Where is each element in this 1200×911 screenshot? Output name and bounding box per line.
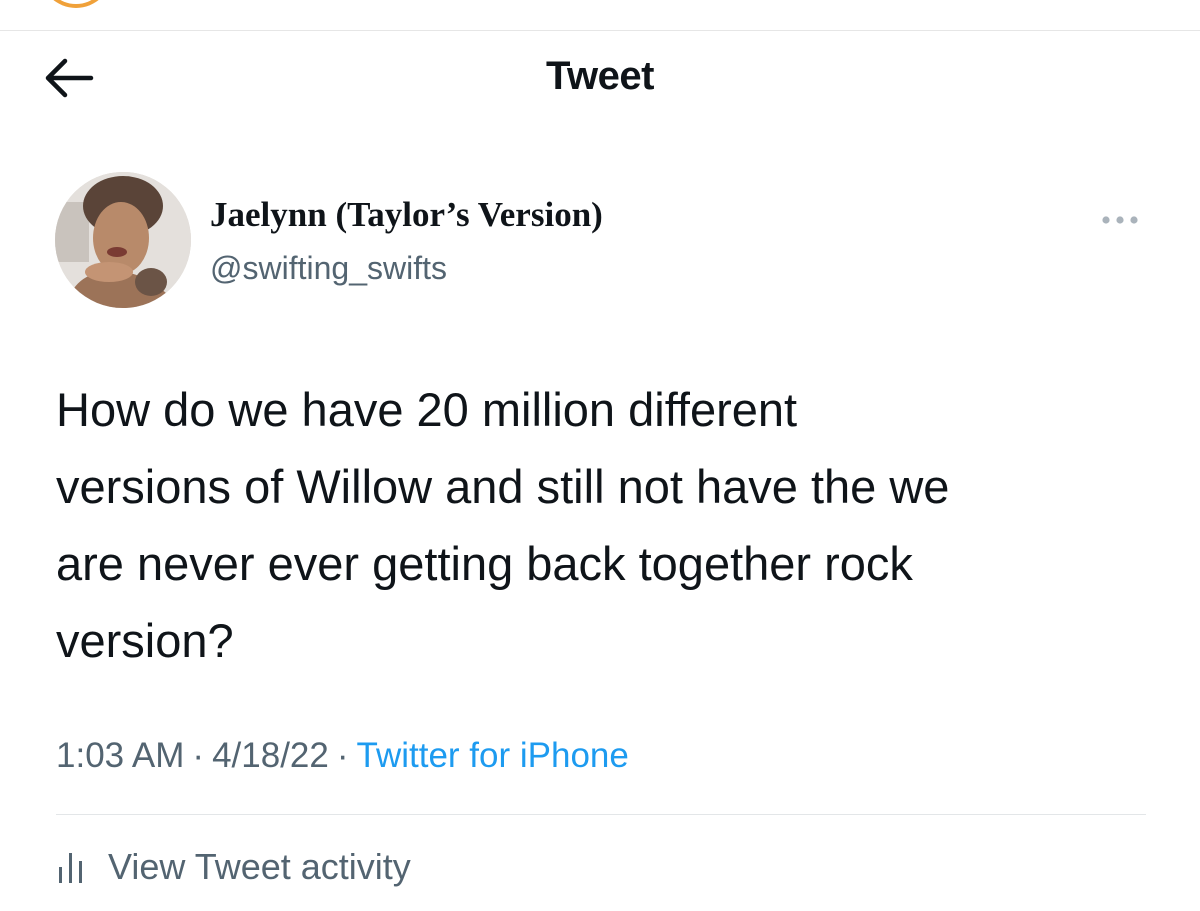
meta-separator: · — [192, 736, 205, 775]
tweet-header: Tweet — [0, 40, 1200, 120]
view-tweet-activity-label: View Tweet activity — [108, 846, 411, 887]
top-divider — [0, 30, 1200, 31]
top-avatar-edge — [40, 0, 112, 8]
page-title: Tweet — [546, 54, 654, 98]
author-display-name[interactable]: Jaelynn (Taylor’s Version) — [210, 195, 603, 235]
author-handle[interactable]: @swifting_swifts — [210, 250, 447, 287]
avatar[interactable] — [55, 172, 191, 308]
view-tweet-activity-button[interactable]: View Tweet activity — [56, 842, 411, 892]
tweet-date[interactable]: 4/18/22 — [212, 736, 329, 775]
tweet-text: How do we have 20 million different vers… — [56, 383, 950, 667]
avatar-photo — [55, 172, 191, 308]
more-horizontal-icon — [1102, 216, 1138, 224]
tweet-time[interactable]: 1:03 AM — [56, 736, 184, 775]
tweet-meta: 1:03 AM · 4/18/22 · Twitter for iPhone — [56, 736, 629, 776]
bar-chart-icon — [59, 853, 82, 883]
meta-separator: · — [336, 736, 349, 775]
tweet-source-link[interactable]: Twitter for iPhone — [357, 736, 629, 775]
more-options-button[interactable] — [1090, 200, 1150, 240]
divider — [56, 814, 1146, 815]
